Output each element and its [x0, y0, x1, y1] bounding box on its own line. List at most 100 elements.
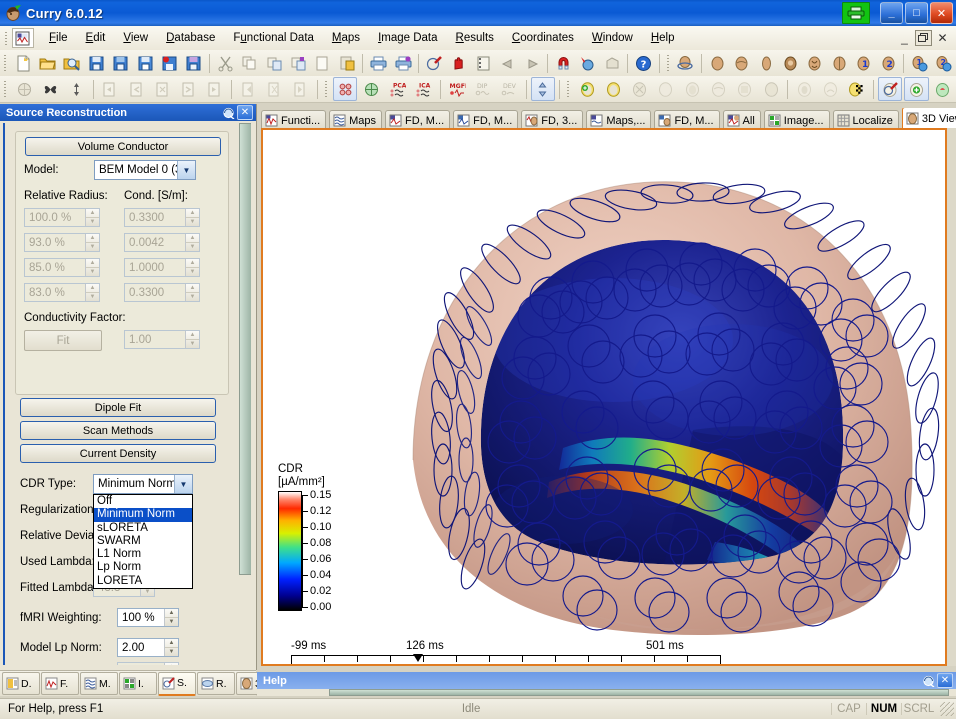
save-icon[interactable]: [85, 51, 107, 75]
spinner-4a[interactable]: ▲▼: [85, 284, 99, 301]
head-checker-icon[interactable]: [845, 77, 869, 101]
arrows-updown-icon[interactable]: [65, 77, 89, 101]
relative-radius-field-3[interactable]: 85.0 % ▲▼: [24, 258, 100, 277]
head-plus-green-icon[interactable]: [904, 77, 928, 101]
open-find-icon[interactable]: [61, 51, 83, 75]
menu-item-help[interactable]: Help: [642, 29, 684, 47]
spinner-1a[interactable]: ▲▼: [85, 209, 99, 226]
current-density-button[interactable]: Current Density: [20, 444, 216, 463]
spinner-dlp[interactable]: ▲▼: [164, 663, 178, 665]
shape-gray-icon[interactable]: [601, 51, 623, 75]
mgfp-icon[interactable]: MGFP: [445, 77, 469, 101]
view-tab-3d-view[interactable]: 3D View: [902, 108, 956, 130]
undo-icon[interactable]: [496, 51, 518, 75]
globe-green-icon[interactable]: [359, 77, 383, 101]
head-ball1-icon[interactable]: 1: [908, 51, 930, 75]
conductivity-field-2[interactable]: 0.0042 ▲▼: [124, 233, 200, 252]
view-tab-fd-3d[interactable]: FD, 3...: [521, 110, 583, 130]
head-faint2-icon[interactable]: [680, 77, 704, 101]
save-red-icon[interactable]: [158, 51, 180, 75]
redo-icon[interactable]: [521, 51, 543, 75]
head-faint5-icon[interactable]: [759, 77, 783, 101]
view-tab-localize[interactable]: Localize: [833, 110, 899, 130]
toolbar-grip[interactable]: [2, 54, 8, 72]
spinner-fmri[interactable]: ▲▼: [164, 609, 178, 626]
head-3-icon[interactable]: [755, 51, 777, 75]
mdi-restore-button[interactable]: [915, 30, 932, 46]
dock-tab-maps[interactable]: M.: [80, 672, 118, 695]
cdr-type-dropdown-list[interactable]: Off Minimum Norm sLORETA SWARM L1 Norm L…: [93, 494, 193, 589]
close-button[interactable]: ✕: [930, 2, 953, 24]
conductivity-field-4[interactable]: 0.3300 ▲▼: [124, 283, 200, 302]
panel-scrollbar[interactable]: [239, 123, 250, 665]
page-last-icon[interactable]: [289, 77, 313, 101]
help-panel-scrollbar[interactable]: [257, 689, 956, 696]
close-icon[interactable]: ✕: [237, 105, 253, 120]
view-tab-fd-maps-2[interactable]: FD, M...: [453, 110, 518, 130]
dipole-fit-button[interactable]: Dipole Fit: [20, 398, 216, 417]
electrodes-icon[interactable]: [333, 77, 357, 101]
menu-item-coordinates[interactable]: Coordinates: [503, 29, 583, 47]
magnet-red-icon[interactable]: [552, 51, 574, 75]
menu-item-maps[interactable]: Maps: [323, 29, 369, 47]
head-6-icon[interactable]: [828, 51, 850, 75]
time-cursor-marker[interactable]: [413, 654, 423, 662]
dock-tab-image[interactable]: I.: [119, 672, 157, 695]
dropdown-option-lp-norm[interactable]: Lp Norm: [94, 561, 192, 574]
head-faint-icon[interactable]: [654, 77, 678, 101]
dropdown-option-sloreta[interactable]: sLORETA: [94, 522, 192, 535]
ica-icon[interactable]: ICA: [412, 77, 436, 101]
menu-grip[interactable]: [3, 30, 10, 46]
page-left-icon[interactable]: [98, 77, 122, 101]
save-blue-icon[interactable]: [110, 51, 132, 75]
head-num1-icon[interactable]: 1: [853, 51, 875, 75]
page-fwd-icon[interactable]: [177, 77, 201, 101]
toolbar-grip[interactable]: [565, 80, 571, 98]
head-plus-yellow-icon[interactable]: [575, 77, 599, 101]
head-ghost1-icon[interactable]: [792, 77, 816, 101]
pca-icon[interactable]: PCA: [385, 77, 409, 101]
toolbar-grip[interactable]: [665, 54, 671, 72]
new-document-icon[interactable]: [12, 51, 34, 75]
toolbar-grip[interactable]: [2, 80, 8, 98]
head-num2-icon[interactable]: 2: [877, 51, 899, 75]
head-faint4-icon[interactable]: [733, 77, 757, 101]
mdi-close-button[interactable]: ✕: [935, 31, 950, 45]
menu-item-window[interactable]: Window: [583, 29, 642, 47]
save-purple-icon[interactable]: [183, 51, 205, 75]
fit-button[interactable]: Fit: [24, 330, 102, 351]
dock-tab-source[interactable]: S.: [158, 672, 196, 696]
3d-view-canvas[interactable]: CDR [µA/mm²] 0.15 0.12 0.10 0.08 0.06 0.…: [261, 128, 947, 666]
menu-item-file[interactable]: File: [40, 29, 77, 47]
fmri-weighting-field[interactable]: 100 % ▲▼: [117, 608, 179, 627]
relative-radius-field-1[interactable]: 100.0 % ▲▼: [24, 208, 100, 227]
view-tab-maps-more[interactable]: Maps,...: [586, 110, 651, 130]
menu-item-database[interactable]: Database: [157, 29, 224, 47]
dropdown-option-loreta[interactable]: LORETA: [94, 575, 192, 588]
conductivity-field-1[interactable]: 0.3300 ▲▼: [124, 208, 200, 227]
spinner-cf[interactable]: ▲▼: [185, 331, 199, 348]
head-2-icon[interactable]: [731, 51, 753, 75]
paste-icon[interactable]: [263, 51, 285, 75]
menu-item-edit[interactable]: Edit: [77, 29, 115, 47]
chevron-down-icon[interactable]: ▼: [174, 475, 192, 493]
view-tab-all[interactable]: All: [723, 110, 761, 130]
spinner-2b[interactable]: ▲▼: [185, 234, 199, 251]
hand-red-icon[interactable]: [448, 51, 470, 75]
model-lp-norm-field[interactable]: 2.00 ▲▼: [117, 638, 179, 657]
conductivity-field-3[interactable]: 1.0000 ▲▼: [124, 258, 200, 277]
spinner-3a[interactable]: ▲▼: [85, 259, 99, 276]
cdr-type-combo[interactable]: Minimum Norm ▼: [93, 474, 193, 494]
toolbar-grip[interactable]: [323, 80, 329, 98]
time-ruler-scale[interactable]: [291, 655, 751, 666]
volume-conductor-header[interactable]: Volume Conductor: [25, 137, 221, 156]
dropdown-option-off[interactable]: Off: [94, 495, 192, 508]
page-right-icon[interactable]: [203, 77, 227, 101]
model-combo[interactable]: BEM Model 0 (3 ▼: [94, 160, 196, 180]
view-tab-fd-maps-3[interactable]: FD, M...: [654, 110, 719, 130]
view-tab-maps[interactable]: Maps: [329, 110, 382, 130]
menu-item-image-data[interactable]: Image Data: [369, 29, 446, 47]
brain-3d-render[interactable]: [263, 130, 945, 664]
help-panel-scrollbar-thumb[interactable]: [329, 689, 949, 696]
spinner-4b[interactable]: ▲▼: [185, 284, 199, 301]
